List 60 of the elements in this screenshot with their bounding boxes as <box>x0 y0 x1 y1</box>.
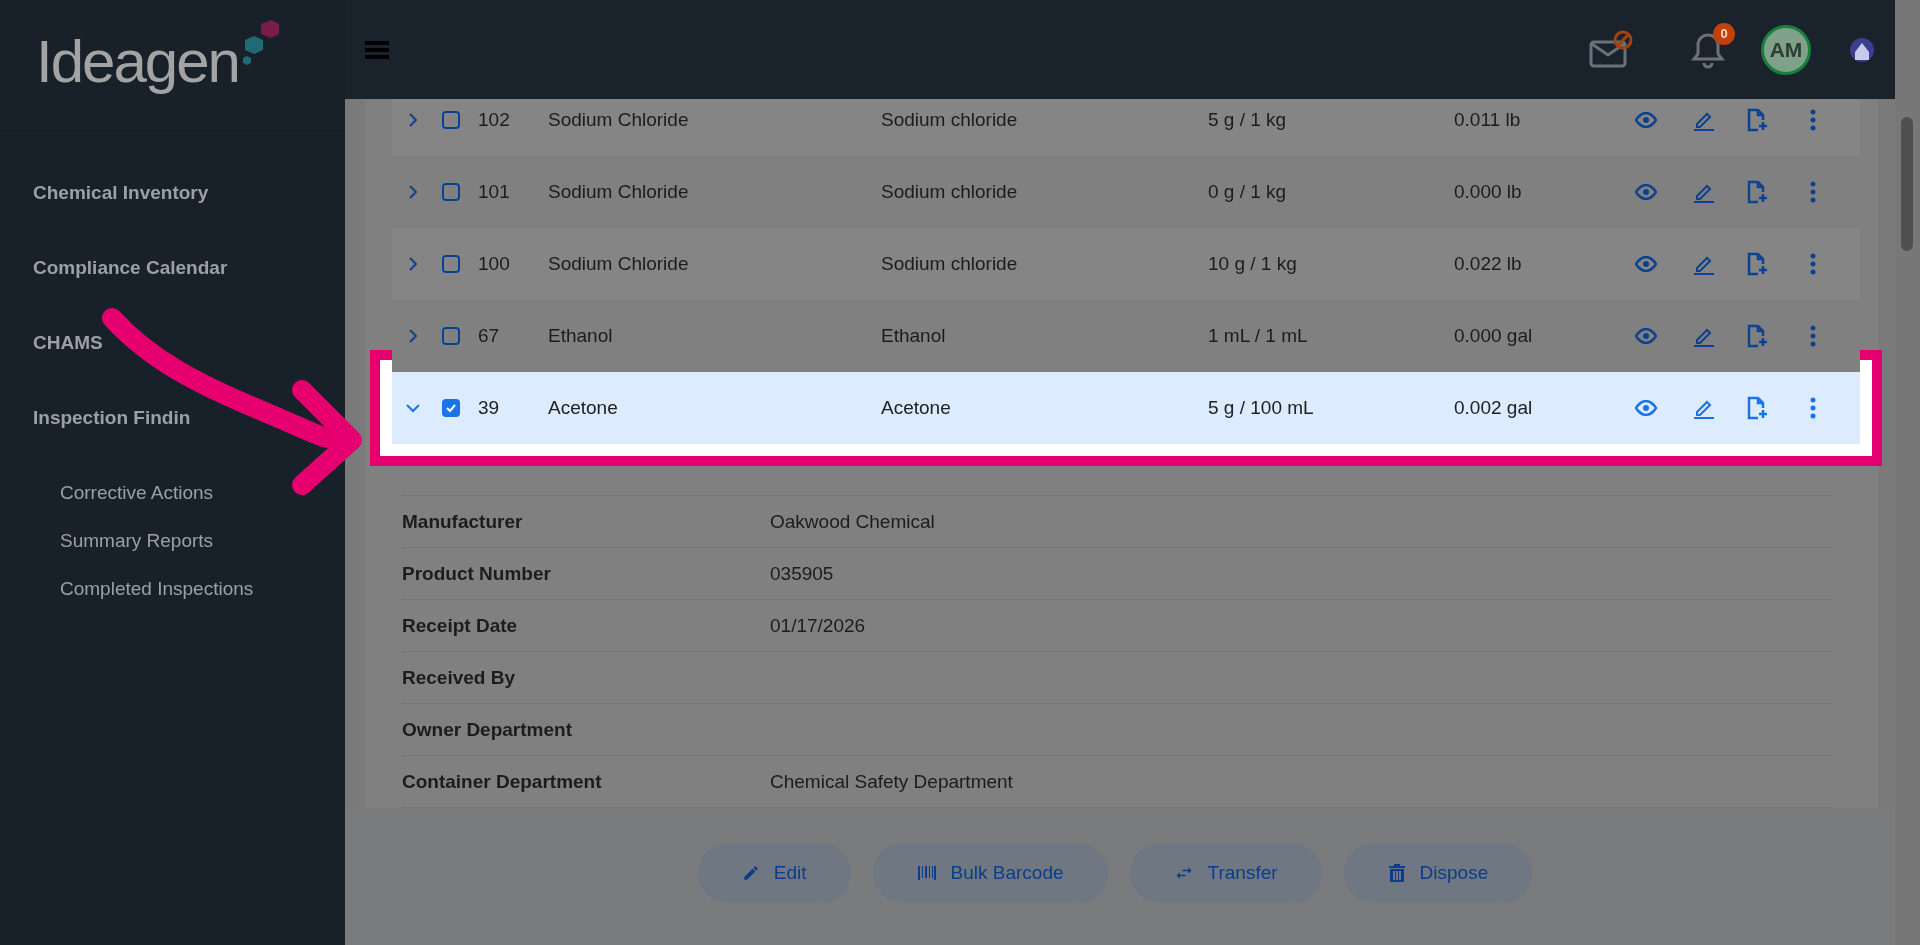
barcode-icon <box>916 863 937 882</box>
table-cell-text: 10 g / 1 kg <box>1208 253 1298 275</box>
mail-blocked-icon[interactable] <box>1589 29 1633 70</box>
notification-badge: 0 <box>1713 22 1735 45</box>
table-cell-text: 102 <box>478 109 511 131</box>
table-cell-text: 0.000 gal <box>1454 325 1534 347</box>
table-cell-text: Sodium Chloride <box>548 109 690 131</box>
table-cell-text: 0.000 lb <box>1454 181 1523 203</box>
nav-item[interactable]: Inspection Findin <box>33 400 191 436</box>
table-cell-text: 101 <box>478 181 511 203</box>
cubes-logo-icon <box>240 20 279 66</box>
table-cell-text: Acetone <box>548 397 619 419</box>
table-cell-text: Sodium Chloride <box>548 253 690 275</box>
table-cell-text: 1 mL / 1 mL <box>1208 325 1309 347</box>
table-cell-text: Sodium chloride <box>881 109 1019 131</box>
logo-text: Ideagen <box>36 26 239 96</box>
nav-item[interactable]: Chemical Inventory <box>33 175 209 211</box>
row-checkbox[interactable] <box>442 111 460 129</box>
row-checkbox[interactable] <box>442 183 460 201</box>
detail-value: 01/17/2026 <box>770 614 867 637</box>
pencil-icon <box>741 863 760 882</box>
table-cell-text: 0.022 lb <box>1454 253 1523 275</box>
detail-label: Container Department <box>402 770 603 793</box>
row-checkbox[interactable] <box>442 327 460 345</box>
nav-subitem[interactable]: Summary Reports <box>0 523 345 571</box>
trash-icon <box>1387 862 1406 883</box>
nav-item[interactable]: Compliance Calendar <box>33 250 228 286</box>
table-row[interactable]: 102 Sodium Chloride Sodium chloride 5 g / 1 kg 0.011 lb <box>392 99 1860 156</box>
table-cell-text: 67 <box>478 325 501 347</box>
table-cell-text: Acetone <box>881 397 952 419</box>
row-checkbox[interactable] <box>442 399 460 417</box>
detail-value: 035905 <box>770 562 835 585</box>
table-row[interactable]: 100 Sodium Chloride Sodium chloride 10 g / 1 kg 0.022 lb <box>392 228 1860 300</box>
detail-label: Received By <box>402 666 516 689</box>
table-cell-text: Sodium Chloride <box>548 181 690 203</box>
table-cell-text: 5 g / 100 mL <box>1208 397 1315 419</box>
table-cell-text: 0.002 gal <box>1454 397 1534 419</box>
table-cell-text: 0.011 lb <box>1454 109 1522 131</box>
table-cell-text: Ethanol <box>881 325 947 347</box>
detail-label: Manufacturer <box>402 510 524 533</box>
table-row[interactable]: 39 Acetone Acetone 5 g / 100 mL 0.002 gal <box>392 372 1860 444</box>
detail-value: Oakwood Chemical <box>770 510 936 533</box>
user-avatar[interactable]: AM <box>1761 24 1811 75</box>
nav-subitem[interactable]: Completed Inspections <box>0 571 345 619</box>
checkmark-icon <box>445 402 457 414</box>
table-cell-text: 100 <box>478 253 511 275</box>
nav-item[interactable]: CHAMS <box>33 325 103 361</box>
table-cell-text: 39 <box>478 397 501 419</box>
detail-value: Chemical Safety Department <box>770 770 1014 793</box>
table-cell-text: 0 g / 1 kg <box>1208 181 1288 203</box>
table-cell-text: 5 g / 1 kg <box>1208 109 1288 131</box>
detail-label: Receipt Date <box>402 614 519 637</box>
nav-subitem[interactable]: Corrective Actions <box>0 475 345 523</box>
row-checkbox[interactable] <box>442 255 460 273</box>
table-cell-text: Ethanol <box>548 325 614 347</box>
table-cell-text: Sodium chloride <box>881 253 1019 275</box>
scrollbar-thumb[interactable] <box>1901 117 1913 251</box>
table-cell-text: Sodium chloride <box>881 181 1019 203</box>
detail-label: Owner Department <box>402 718 573 741</box>
detail-label: Product Number <box>402 562 552 585</box>
